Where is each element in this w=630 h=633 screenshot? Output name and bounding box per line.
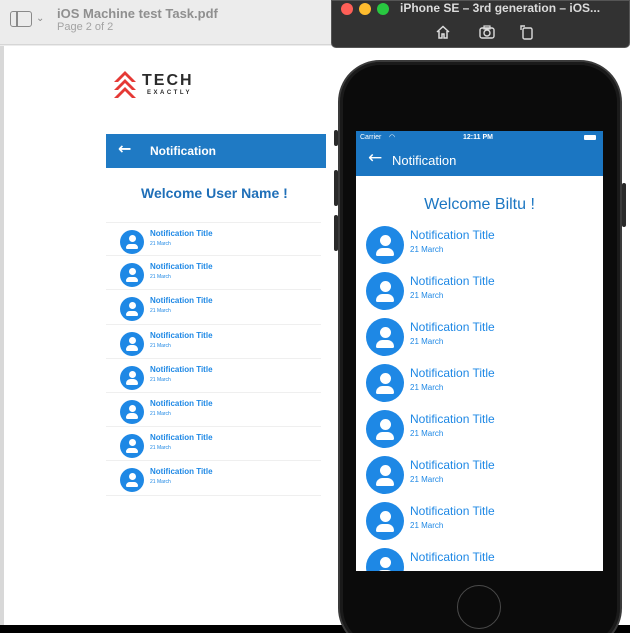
- notification-item[interactable]: Notification Title 21 March: [106, 325, 321, 359]
- notification-title: Notification Title: [150, 433, 213, 443]
- notification-item[interactable]: Notification Title 21 March: [106, 393, 321, 428]
- notification-date: 21 March: [410, 475, 444, 484]
- notification-date: 21 March: [410, 521, 444, 530]
- notification-title: Notification Title: [410, 228, 495, 242]
- notification-date: 21 March: [410, 383, 444, 392]
- zoom-button[interactable]: [377, 3, 389, 15]
- notification-title: Notification Title: [410, 550, 495, 564]
- battery-icon: [584, 135, 596, 140]
- mockup-nav-bar: ← Notification: [106, 134, 326, 168]
- user-avatar-icon: [366, 456, 404, 494]
- mockup-nav-title: Notification: [150, 144, 216, 158]
- notification-title: Notification Title: [410, 458, 495, 472]
- user-avatar-icon: [366, 272, 404, 310]
- simulator-title: iPhone SE – 3rd generation – iOS...: [400, 1, 601, 15]
- logo-subtext: EXACTLY: [147, 90, 192, 96]
- notification-date: 21 March: [410, 245, 444, 254]
- notification-title: Notification Title: [150, 229, 213, 238]
- user-avatar-icon: [120, 468, 144, 493]
- user-avatar-icon: [366, 410, 404, 448]
- user-avatar-icon: [120, 399, 144, 424]
- notification-date: 21 March: [150, 241, 171, 247]
- nav-bar: ← Notification: [356, 145, 603, 176]
- user-avatar-icon: [120, 263, 144, 288]
- notification-date: 21 March: [410, 337, 444, 346]
- notification-date: 21 March: [150, 376, 171, 383]
- user-avatar-icon: [366, 318, 404, 356]
- chevron-down-icon[interactable]: ⌄: [36, 13, 44, 24]
- notification-title: Notification Title: [150, 262, 213, 272]
- notification-item[interactable]: Notification Title 21 March: [356, 221, 603, 267]
- sidebar-toggle-icon[interactable]: [10, 11, 32, 27]
- home-button[interactable]: [457, 585, 501, 629]
- notification-item[interactable]: Notification Title 21 March: [356, 497, 603, 543]
- notification-date: 21 March: [150, 342, 171, 349]
- screenshot-icon[interactable]: [478, 23, 496, 41]
- notification-item[interactable]: Notification Title 21 March: [106, 359, 321, 393]
- notification-item[interactable]: Notification Title 21 March: [106, 461, 321, 496]
- notification-item[interactable]: Notification Title 21 March: [356, 313, 603, 359]
- user-avatar-icon: [120, 297, 144, 322]
- notification-item[interactable]: Notification Title 21 March: [106, 290, 321, 325]
- close-button[interactable]: [341, 3, 353, 15]
- notification-date: 21 March: [150, 274, 171, 281]
- volume-up-button: [334, 170, 338, 206]
- user-avatar-icon: [120, 331, 144, 356]
- notification-title: Notification Title: [150, 330, 213, 340]
- mockup-welcome-text: Welcome User Name !: [141, 185, 288, 201]
- power-button: [622, 183, 626, 227]
- logo-mark-icon: [114, 71, 136, 98]
- status-bar: Carrier ◠ 12:11 PM: [356, 131, 603, 145]
- notification-date: 21 March: [150, 410, 171, 417]
- notification-item[interactable]: Notification Title 21 March: [356, 405, 603, 451]
- notification-date: 21 March: [150, 308, 171, 315]
- notification-item[interactable]: Notification Title 21 March: [106, 427, 321, 462]
- notification-item[interactable]: Notification Title 21 March: [356, 359, 603, 405]
- page-indicator: Page 2 of 2: [57, 21, 114, 33]
- notification-date: 21 March: [410, 291, 444, 300]
- welcome-text: Welcome Biltu !: [424, 196, 535, 213]
- notification-title: Notification Title: [150, 364, 213, 374]
- status-time: 12:11 PM: [463, 134, 493, 141]
- user-avatar-icon: [120, 434, 144, 459]
- mute-switch: [334, 130, 338, 146]
- back-arrow-icon: ←: [118, 139, 132, 158]
- notification-date: 21 March: [150, 479, 171, 486]
- notification-title: Notification Title: [410, 320, 495, 334]
- user-avatar-icon: [366, 502, 404, 540]
- back-arrow-icon[interactable]: ←: [368, 148, 382, 168]
- user-avatar-icon: [366, 548, 404, 571]
- user-avatar-icon: [366, 226, 404, 264]
- notification-title: Notification Title: [410, 366, 495, 380]
- carrier-label: Carrier: [360, 134, 382, 141]
- user-avatar-icon: [120, 230, 144, 254]
- notification-title: Notification Title: [410, 274, 495, 288]
- user-avatar-icon: [120, 365, 144, 390]
- notification-date: 21 March: [410, 429, 444, 438]
- document-title: iOS Machine test Task.pdf: [57, 6, 218, 21]
- notification-item[interactable]: Notification Title 21 March: [106, 256, 321, 291]
- notification-item[interactable]: Notification Title 21 March: [356, 267, 603, 313]
- volume-down-button: [334, 215, 338, 251]
- logo-text: TECH: [142, 72, 194, 89]
- simulator-toolbar: iPhone SE – 3rd generation – iOS...: [331, 0, 630, 48]
- minimize-button[interactable]: [359, 3, 371, 15]
- nav-title: Notification: [392, 153, 457, 168]
- rotate-icon[interactable]: [518, 23, 536, 41]
- simulator-screen: Carrier ◠ 12:11 PM ← Notification Welcom…: [356, 131, 603, 571]
- user-avatar-icon: [366, 364, 404, 402]
- notification-item[interactable]: Notification Title 21 March: [356, 451, 603, 497]
- wifi-icon: ◠: [389, 134, 396, 141]
- notification-title: Notification Title: [150, 467, 213, 477]
- notification-title: Notification Title: [150, 296, 213, 306]
- notification-title: Notification Title: [410, 412, 495, 426]
- notification-item[interactable]: Notification Title 21 March: [106, 222, 321, 257]
- notification-title: Notification Title: [410, 504, 495, 518]
- notification-item[interactable]: Notification Title: [356, 543, 603, 571]
- home-icon[interactable]: [434, 23, 452, 41]
- mockup-notification-list: Notification Title 21 March Notification T…: [106, 222, 321, 496]
- notification-title: Notification Title: [150, 398, 213, 408]
- notification-list[interactable]: Notification Title 21 March Notification T…: [356, 221, 603, 571]
- notification-date: 21 March: [150, 445, 171, 452]
